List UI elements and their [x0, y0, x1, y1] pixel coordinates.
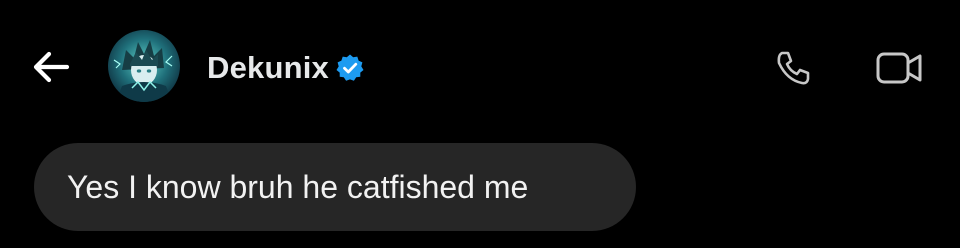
video-camera-icon	[876, 52, 922, 84]
avatar[interactable]	[108, 30, 180, 102]
phone-icon	[777, 51, 810, 85]
arrow-left-icon	[33, 51, 70, 83]
contact-name: Dekunix	[207, 50, 329, 85]
verified-badge-icon	[335, 53, 365, 83]
back-button[interactable]	[30, 48, 72, 86]
chat-header: Dekunix	[0, 0, 960, 134]
voice-call-button[interactable]	[770, 48, 816, 88]
avatar-image	[108, 30, 180, 102]
message-text: Yes I know bruh he catfished me	[67, 168, 529, 205]
message-bubble-incoming[interactable]: Yes I know bruh he catfished me	[34, 143, 636, 231]
contact-name-link[interactable]: Dekunix	[207, 48, 365, 88]
video-call-button[interactable]	[872, 48, 928, 88]
